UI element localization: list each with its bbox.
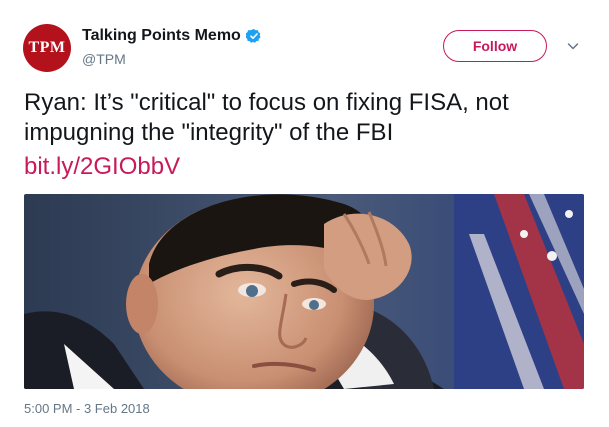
- tweet-photo[interactable]: [24, 194, 584, 389]
- author-name-row[interactable]: Talking Points Memo: [82, 27, 262, 45]
- avatar[interactable]: TPM: [23, 24, 71, 72]
- chevron-down-icon[interactable]: [565, 38, 581, 54]
- verified-badge-icon: [245, 29, 261, 43]
- photo-illustration: [24, 194, 584, 389]
- tweet-timestamp[interactable]: 5:00 PM - 3 Feb 2018: [24, 401, 150, 416]
- tweet-link[interactable]: bit.ly/2GIObbV: [24, 152, 180, 182]
- user-handle[interactable]: @TPM: [82, 51, 126, 67]
- display-name[interactable]: Talking Points Memo: [82, 27, 241, 45]
- follow-button[interactable]: Follow: [443, 30, 547, 62]
- tweet-text: Ryan: It’s "critical" to focus on fixing…: [24, 89, 509, 146]
- avatar-text: TPM: [28, 39, 66, 56]
